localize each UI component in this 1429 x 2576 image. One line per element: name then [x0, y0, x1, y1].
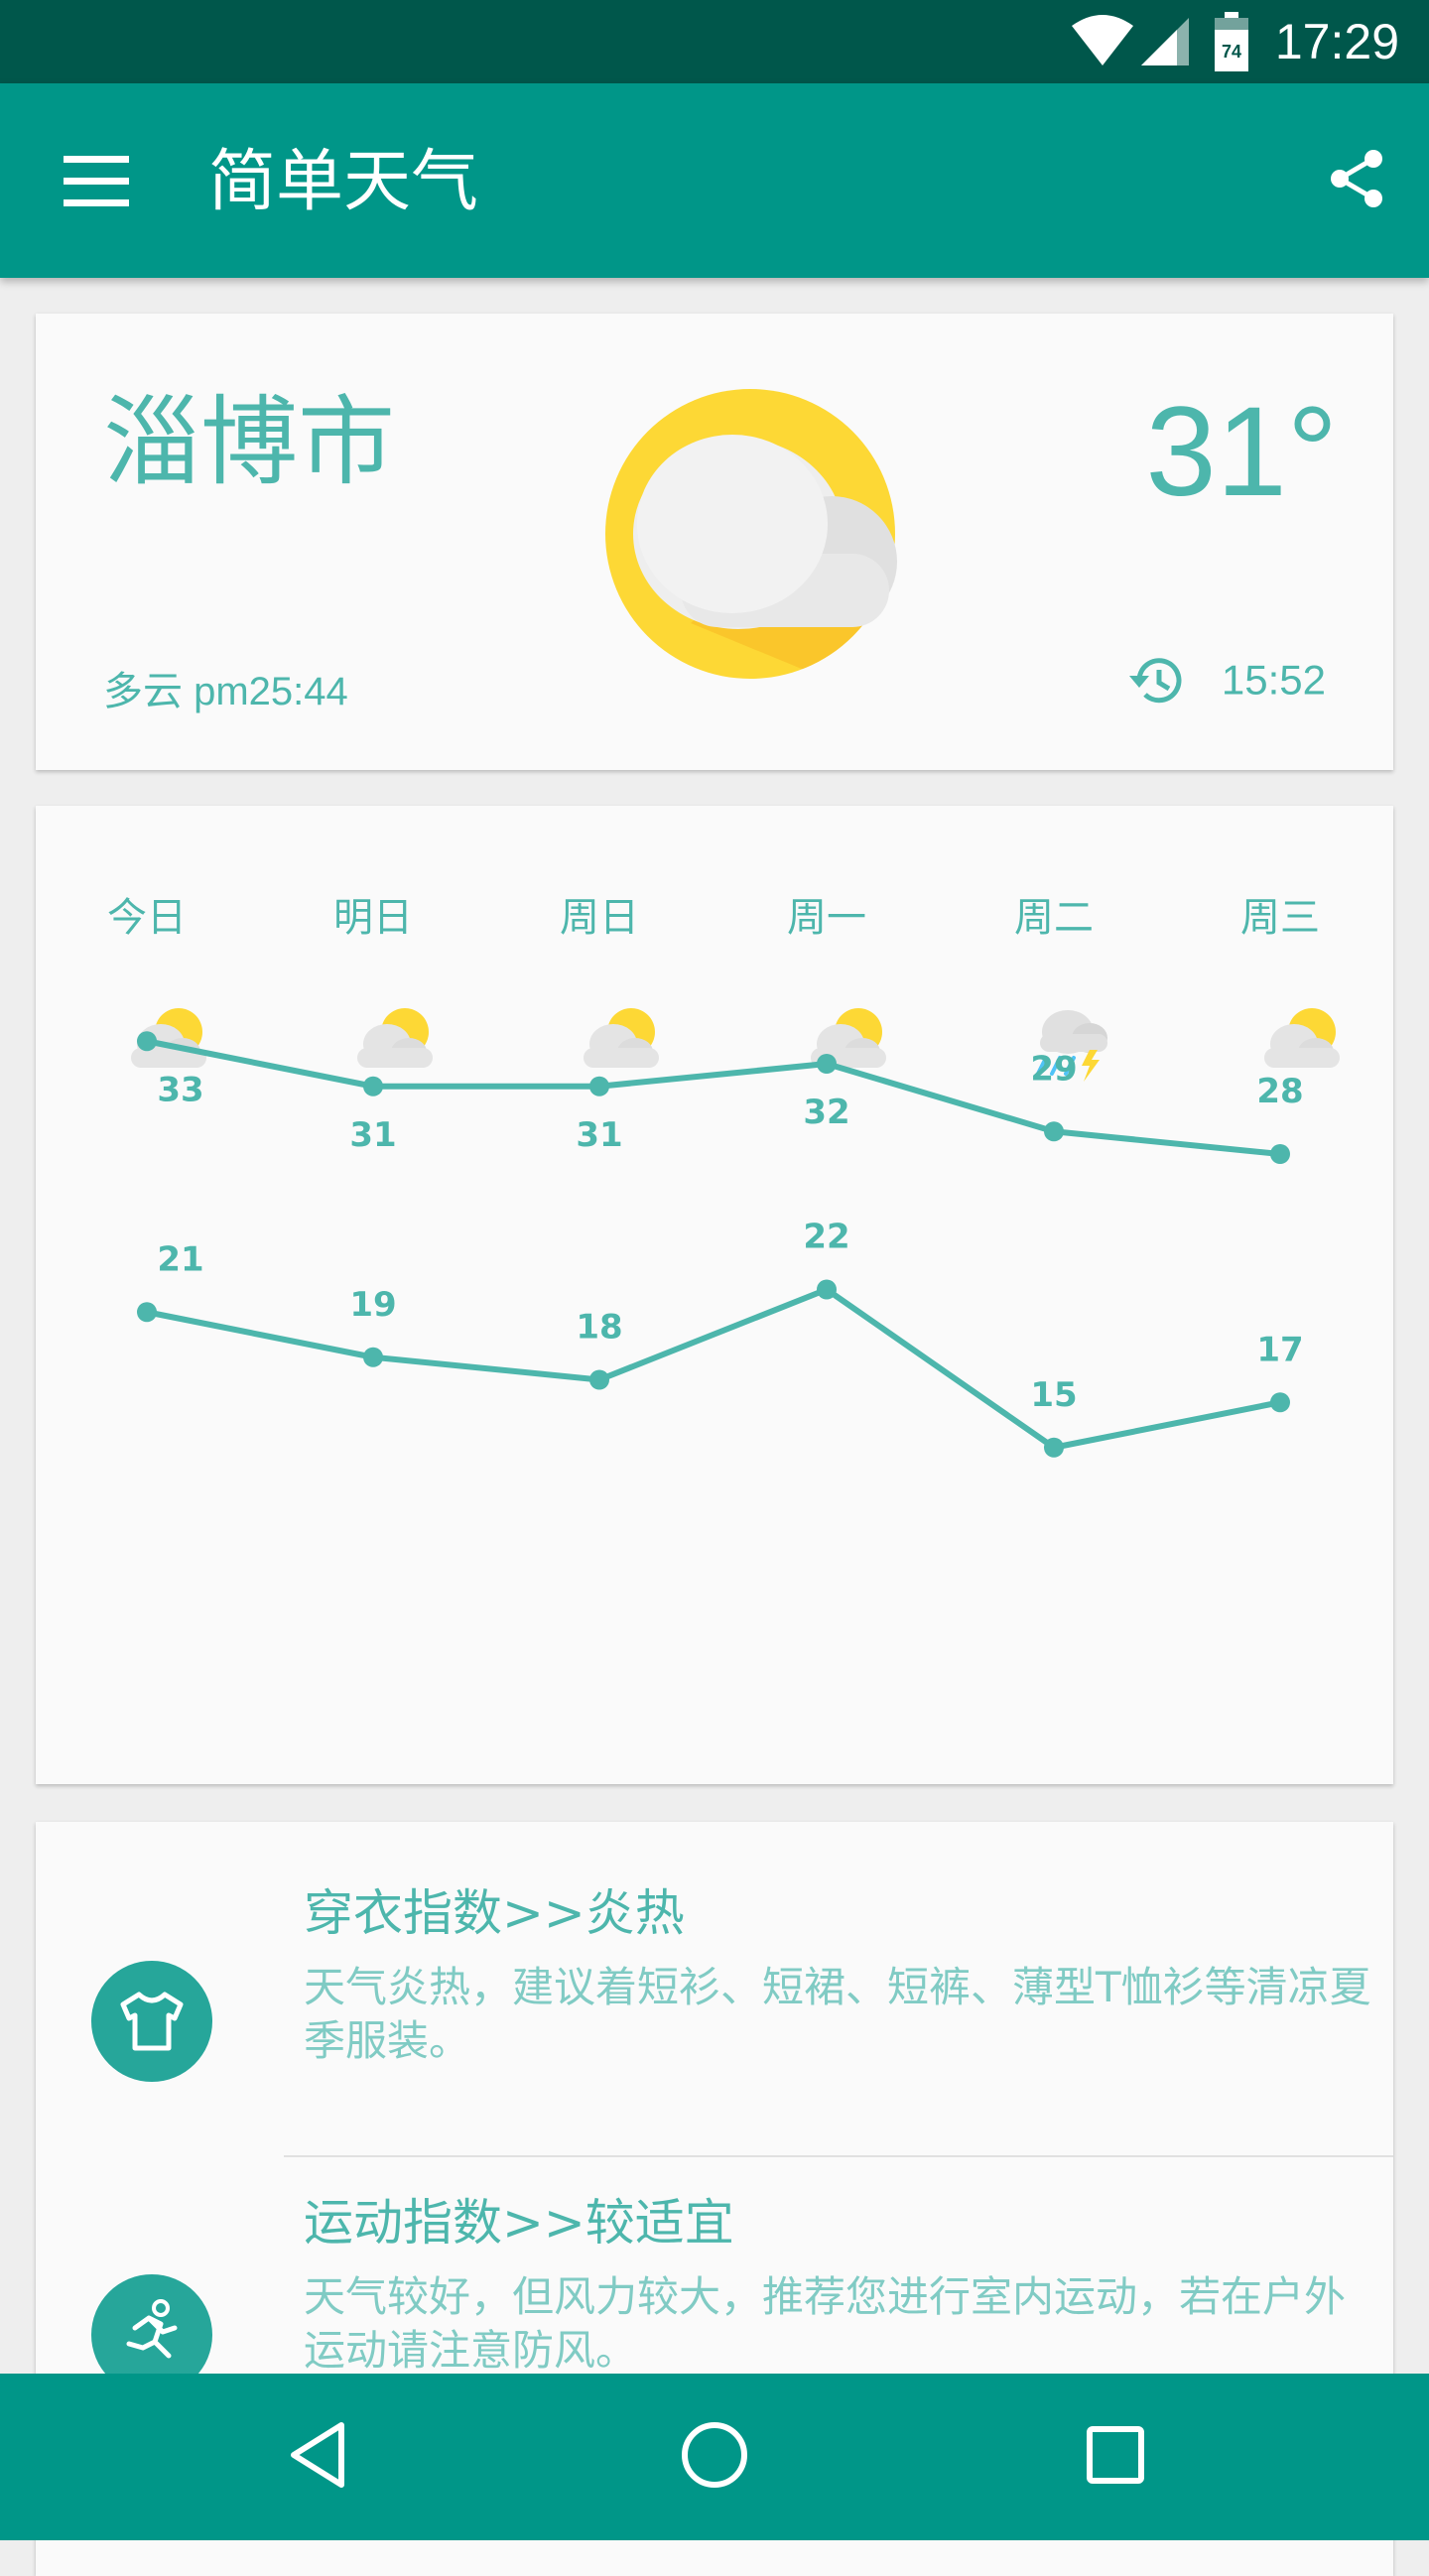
- tshirt-icon: [120, 1992, 184, 2051]
- navigation-bar: [0, 2374, 1429, 2540]
- update-time: 15:52: [1128, 653, 1326, 708]
- data-point: [1044, 1437, 1064, 1458]
- index-item-clothing[interactable]: 穿衣指数>>炎热 天气炎热，建议着短衫、短裙、短裤、薄型T恤衫等清凉夏季服装。: [36, 1881, 1393, 2191]
- back-icon[interactable]: [278, 2415, 357, 2495]
- data-point: [1270, 1392, 1290, 1413]
- data-point: [363, 1347, 383, 1367]
- data-label: 15: [1030, 1375, 1077, 1415]
- running-icon: [126, 2299, 178, 2359]
- series-line: [146, 1286, 1281, 1451]
- current-weather-card[interactable]: 淄博市 31° 多云 pm25:44 15:52: [36, 314, 1393, 770]
- data-point: [589, 1369, 609, 1390]
- recents-icon[interactable]: [1076, 2415, 1155, 2495]
- index-title: 运动指数>>较适宜: [304, 2194, 734, 2252]
- clothing-index-badge: [91, 1961, 212, 2082]
- series-line: [146, 1038, 1281, 1157]
- cellular-signal-icon: [1141, 18, 1189, 65]
- index-body: 天气炎热，建议着短衫、短裙、短裤、薄型T恤衫等清凉夏季服装。: [304, 1963, 1371, 2065]
- data-point: [589, 1076, 609, 1096]
- temperature-chart: 33 31 31 32 29 28 21 19 18 22 15 17: [137, 1031, 1304, 1458]
- status-bar: 74 17:29: [0, 0, 1429, 83]
- data-label: 31: [349, 1115, 396, 1155]
- app-title: 简单天气: [208, 143, 479, 221]
- data-label: 28: [1256, 1072, 1303, 1111]
- data-label: 22: [803, 1218, 849, 1257]
- data-label: 18: [576, 1308, 622, 1348]
- current-temperature: 31°: [1145, 381, 1338, 523]
- menu-icon[interactable]: [56, 147, 139, 210]
- data-label: 31: [576, 1115, 622, 1155]
- data-label: 21: [157, 1239, 203, 1279]
- data-point: [363, 1076, 383, 1096]
- data-label: 33: [157, 1070, 203, 1109]
- data-point: [817, 1054, 837, 1074]
- partly-cloudy-icon: [605, 389, 897, 679]
- index-divider: [284, 2155, 1393, 2157]
- data-point: [137, 1302, 157, 1323]
- app-bar: 简单天气: [0, 83, 1429, 278]
- update-time-text: 15:52: [1221, 656, 1326, 704]
- home-icon[interactable]: [675, 2415, 754, 2495]
- weather-description: 多云 pm25:44: [103, 670, 348, 713]
- wifi-icon: [1072, 15, 1133, 65]
- data-label: 29: [1030, 1049, 1077, 1089]
- data-label: 19: [349, 1285, 396, 1325]
- clock: 17:29: [1274, 14, 1399, 69]
- data-point: [137, 1031, 157, 1052]
- data-label: 17: [1256, 1330, 1303, 1369]
- index-title: 穿衣指数>>炎热: [304, 1884, 685, 1942]
- data-point: [1044, 1121, 1064, 1142]
- city-name: 淄博市: [103, 386, 396, 499]
- index-body: 天气较好，但风力较大，推荐您进行室内运动，若在户外运动请注意防风。: [304, 2272, 1347, 2375]
- battery-level: 74: [1222, 42, 1241, 62]
- share-icon[interactable]: [1326, 147, 1389, 210]
- history-icon: [1128, 657, 1182, 703]
- battery-icon: 74: [1215, 12, 1248, 71]
- data-label: 32: [803, 1093, 849, 1132]
- data-point: [1270, 1144, 1290, 1164]
- data-point: [817, 1279, 837, 1300]
- forecast-card: 今日 明日 周日 周一 周二 周三 33 31 31 32 29 28 21 19 18 22 15 17: [36, 806, 1393, 1784]
